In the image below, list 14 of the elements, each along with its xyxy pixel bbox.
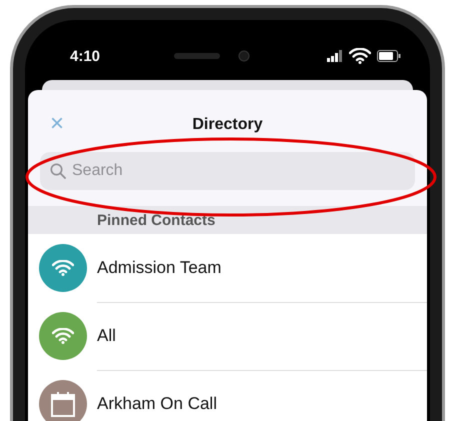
signal-icon bbox=[327, 50, 343, 62]
wifi-icon bbox=[52, 260, 74, 276]
sheet-title: Directory bbox=[192, 116, 263, 134]
battery-icon bbox=[377, 50, 401, 62]
search-icon bbox=[50, 163, 66, 179]
wifi-icon bbox=[349, 48, 371, 64]
calendar-icon bbox=[51, 391, 75, 417]
section-title: Pinned Contacts bbox=[97, 212, 216, 228]
search-field[interactable]: Search bbox=[40, 152, 415, 190]
wifi-icon bbox=[52, 328, 74, 344]
contact-name[interactable]: Arkham On Call bbox=[97, 394, 217, 414]
contact-name[interactable]: All bbox=[97, 326, 116, 346]
contact-name[interactable]: Admission Team bbox=[97, 258, 222, 278]
status-time: 4:10 bbox=[70, 48, 100, 64]
